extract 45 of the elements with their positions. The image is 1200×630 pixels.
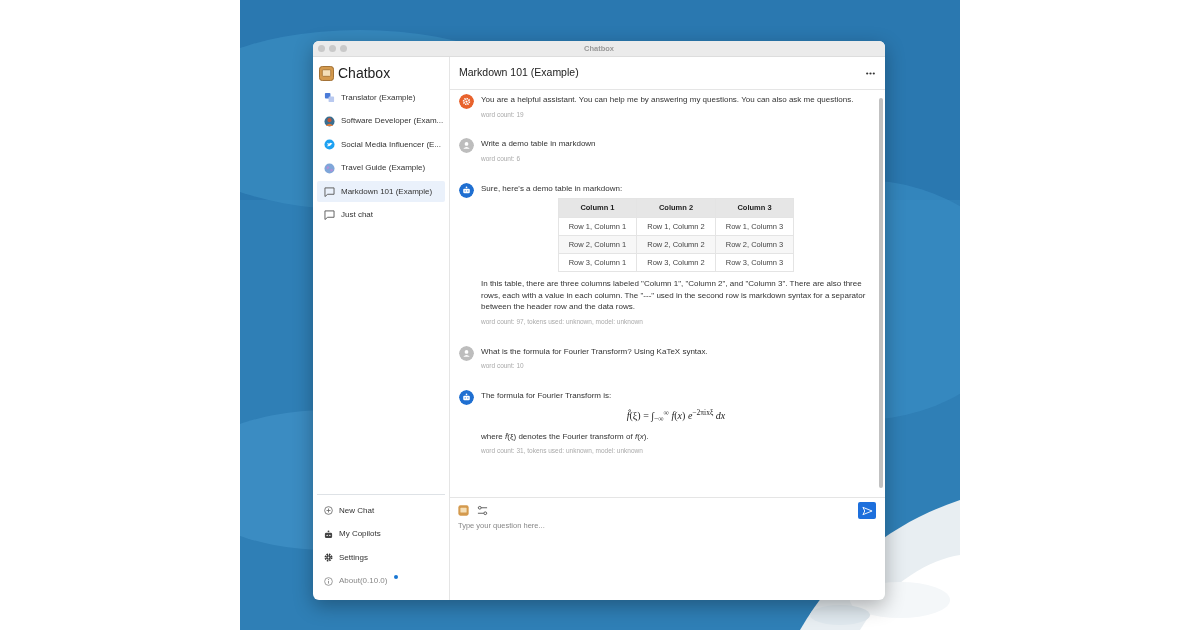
settings-icon [324, 553, 333, 563]
translate-icon [324, 92, 335, 103]
more-icon[interactable] [866, 71, 875, 75]
message-text: where f̂(ξ) denotes the Fourier transform of f(x). [481, 430, 650, 443]
session-item[interactable]: Markdown 101 (Example) [317, 181, 445, 203]
session-item[interactable]: Travel Guide (Example) [317, 157, 445, 179]
menu-item[interactable]: My Copilots [317, 522, 388, 546]
developer-avatar-icon [324, 115, 335, 127]
message-text: What is the formula for Fourier Transform? Using KaTeX syntax. [481, 345, 709, 358]
robot-icon [324, 529, 333, 539]
user-avatar-icon [459, 138, 474, 154]
chat-icon [324, 210, 335, 221]
close-button[interactable] [318, 45, 325, 52]
settings-sliders-icon[interactable] [477, 504, 488, 516]
send-icon [861, 505, 873, 516]
menu-item[interactable]: About(0.10.0) [317, 569, 395, 593]
message-text: Write a demo table in markdown [481, 138, 597, 150]
user-avatar-icon [459, 345, 474, 361]
session-item[interactable]: Translator (Example) [317, 87, 445, 108]
globe-icon [324, 162, 335, 174]
app-logo-icon [319, 66, 334, 81]
message-text: In this table, there are three columns labeled "Column 1", "Column 2", and "Column 3". There are also three rows, each with a value in each column. The "---" used in the second row is markdown syntax for a separator between the header row and the data rows. [481, 278, 867, 314]
menu-item[interactable]: Settings [317, 546, 375, 570]
chat-icon [324, 186, 335, 197]
send-button[interactable] [858, 502, 876, 519]
scrollbar[interactable] [879, 98, 883, 488]
robot-avatar-icon [459, 390, 474, 406]
chat-title: Markdown 101 (Example) [459, 65, 579, 81]
app-name: Chatbox [338, 64, 391, 83]
message-text: The formula for Fourier Transform is: [481, 390, 613, 402]
zoom-button[interactable] [340, 45, 347, 52]
session-item[interactable]: Social Media Influencer (E... [317, 134, 445, 156]
session-item[interactable]: Just chat [317, 204, 445, 226]
copilot-icon[interactable] [458, 504, 469, 516]
message-text: You are a helpful assistant. You can help me by answering my questions. You can also ask me questions. [481, 94, 855, 106]
plus-circle-icon [324, 506, 333, 516]
math-formula: f̂(ξ) = ∫$_{−∞}$$^{∞}$ f(x) e$^{−2πixξ}$ dx [626, 409, 726, 421]
session-item[interactable]: Software Developer (Exam... [317, 110, 445, 132]
robot-avatar-icon [459, 182, 474, 198]
bird-icon [324, 139, 335, 151]
info-icon [324, 576, 333, 586]
message-text: Sure, here's a demo table in markdown: [481, 182, 624, 195]
menu-item[interactable]: New Chat [317, 499, 382, 523]
minimize-button[interactable] [329, 45, 336, 52]
settings-avatar-icon [459, 94, 474, 109]
